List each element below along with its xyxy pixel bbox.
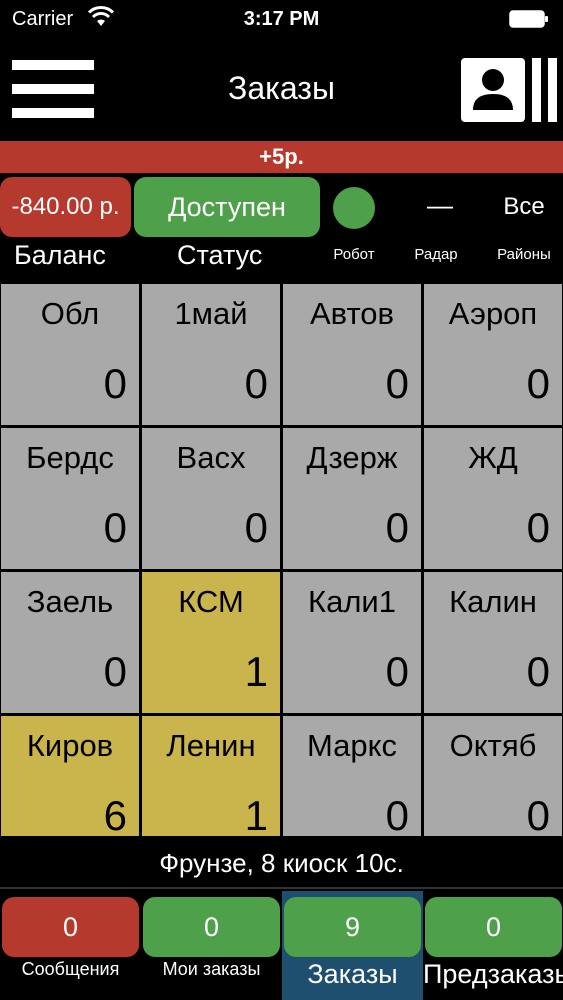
- district-name: Бердс: [26, 440, 114, 475]
- balance-button[interactable]: -840.00 р.: [0, 177, 131, 237]
- hamburger-icon: [12, 60, 94, 70]
- district-name: Заель: [26, 584, 114, 619]
- district-order-count: 0: [244, 360, 268, 407]
- hamburger-icon-line: [12, 108, 94, 118]
- district-name: Киров: [26, 728, 114, 763]
- tab-preorders[interactable]: 0 Предзаказы: [423, 891, 563, 1000]
- district-cell[interactable]: Калин 0: [424, 572, 562, 713]
- district-name: Обл: [40, 296, 100, 331]
- status-button[interactable]: Доступен: [134, 177, 320, 237]
- radar-value[interactable]: —: [395, 190, 485, 221]
- district-cell[interactable]: Обл 0: [1, 284, 139, 425]
- district-order-count: 1: [244, 792, 268, 836]
- district-cell[interactable]: Кали1 0: [283, 572, 421, 713]
- tab-badge: 0: [425, 897, 562, 957]
- balance-label: Баланс: [14, 240, 106, 270]
- district-name: Кали1: [308, 584, 396, 619]
- tab-badge: 0: [2, 897, 139, 957]
- district-name: 1май: [174, 296, 248, 331]
- district-order-count: 0: [103, 504, 127, 551]
- tab-label: Предзаказы: [423, 959, 563, 989]
- tab-bar: 0 Сообщения 0 Мои заказы 9 Заказы 0 Пред…: [0, 891, 563, 1000]
- tab-label: Мои заказы: [162, 959, 261, 979]
- tab-label: Заказы: [307, 959, 398, 989]
- tab-orders[interactable]: 9 Заказы: [282, 891, 423, 1000]
- district-cell[interactable]: Заель 0: [1, 572, 139, 713]
- radar-label: Радар: [414, 246, 458, 263]
- district-cell[interactable]: 1май 0: [142, 284, 280, 425]
- tab-label: Сообщения: [21, 959, 120, 979]
- district-name: Васх: [176, 440, 246, 475]
- district-order-count: 0: [385, 360, 409, 407]
- district-cell[interactable]: Аэроп 0: [424, 284, 562, 425]
- status-bar: Carrier 3:17 PM: [0, 0, 563, 40]
- tab-messages[interactable]: 0 Сообщения: [0, 891, 141, 1000]
- clock: 3:17 PM: [243, 8, 320, 30]
- districts-filter[interactable]: Все: [485, 193, 563, 221]
- district-name: Калин: [449, 584, 537, 619]
- district-order-count: 0: [103, 648, 127, 695]
- district-order-count: 0: [385, 792, 409, 836]
- bonus-banner: +5р.: [0, 141, 563, 173]
- districts-label: Районы: [497, 246, 551, 263]
- district-order-count: 0: [526, 792, 550, 836]
- district-cell-active[interactable]: Киров 6: [1, 716, 139, 836]
- tab-my-orders[interactable]: 0 Мои заказы: [141, 891, 282, 1000]
- district-order-count: 0: [526, 360, 550, 407]
- battery-icon: [509, 10, 548, 28]
- district-order-count: 1: [244, 648, 268, 695]
- district-name: ЖД: [468, 440, 518, 475]
- district-order-count: 0: [526, 504, 550, 551]
- district-cell[interactable]: Октяб 0: [424, 716, 562, 836]
- robot-indicator[interactable]: [333, 187, 375, 229]
- district-name: Аэроп: [448, 296, 538, 331]
- district-cell[interactable]: Автов 0: [283, 284, 421, 425]
- district-cell-active[interactable]: Ленин 1: [142, 716, 280, 836]
- districts-grid: Обл 0 1май 0 Автов 0 Аэроп 0 Бердс 0 Вас…: [0, 283, 563, 836]
- district-name: Автов: [309, 296, 395, 331]
- district-name: КСМ: [178, 584, 244, 619]
- district-name: Октяб: [449, 728, 537, 763]
- robot-label: Робот: [333, 246, 375, 263]
- district-cell[interactable]: Дзерж 0: [283, 428, 421, 569]
- nav-bar: Заказы: [0, 40, 563, 140]
- district-order-count: 0: [385, 648, 409, 695]
- current-order-info[interactable]: Фрунзе, 8 киоск 10с.: [0, 837, 563, 889]
- district-cell[interactable]: Маркс 0: [283, 716, 421, 836]
- district-cell[interactable]: ЖД 0: [424, 428, 562, 569]
- district-order-count: 6: [103, 792, 127, 836]
- app-screen: Carrier 3:17 PM Заказы +5р. -840.00 р. Д…: [0, 0, 563, 1000]
- district-order-count: 0: [244, 504, 268, 551]
- tab-badge: 9: [284, 897, 421, 957]
- district-order-count: 0: [526, 648, 550, 695]
- district-cell[interactable]: Васх 0: [142, 428, 280, 569]
- district-order-count: 0: [103, 360, 127, 407]
- district-name: Ленин: [166, 728, 256, 763]
- district-cell-active[interactable]: КСМ 1: [142, 572, 280, 713]
- district-name: Маркс: [306, 728, 398, 763]
- tab-badge: 0: [143, 897, 280, 957]
- contact-card-icon[interactable]: [461, 58, 559, 122]
- district-cell[interactable]: Бердс 0: [1, 428, 139, 569]
- status-label: Статус: [177, 240, 263, 270]
- district-name: Дзерж: [306, 440, 398, 475]
- district-order-count: 0: [385, 504, 409, 551]
